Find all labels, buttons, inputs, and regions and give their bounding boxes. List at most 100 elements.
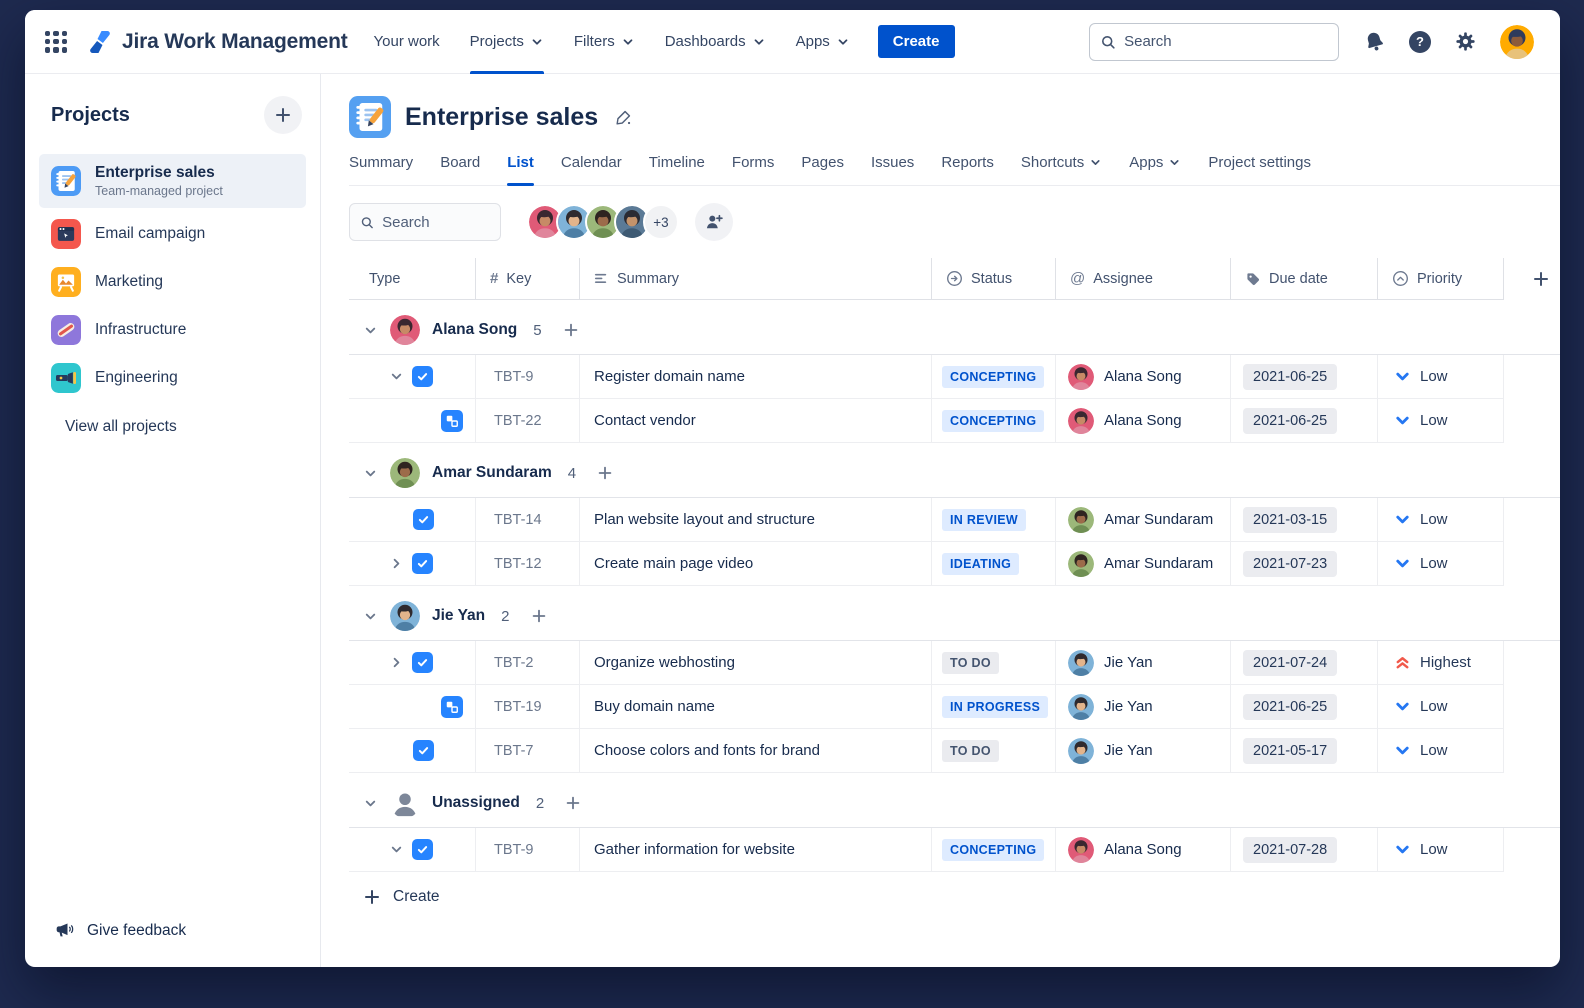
sidebar-item-infrastructure[interactable]: Infrastructure	[39, 308, 306, 352]
priority-cell[interactable]: Low	[1378, 399, 1504, 442]
add-column-button[interactable]	[1529, 267, 1553, 291]
give-feedback-button[interactable]: Give feedback	[55, 921, 186, 941]
column-header-due-date[interactable]: Due date	[1231, 258, 1378, 299]
add-person-button[interactable]	[695, 203, 733, 241]
tab-forms[interactable]: Forms	[732, 154, 775, 185]
list-search[interactable]	[349, 203, 501, 241]
add-issue-to-group-button[interactable]	[564, 324, 577, 337]
priority-cell[interactable]: Low	[1378, 685, 1504, 728]
status-badge[interactable]: IN REVIEW	[942, 509, 1026, 531]
table-row[interactable]: TBT-14 Plan website layout and structure…	[349, 498, 1504, 542]
tab-pages[interactable]: Pages	[801, 154, 844, 185]
assignee-cell[interactable]: Alana Song	[1056, 355, 1231, 398]
status-badge[interactable]: IN PROGRESS	[942, 696, 1048, 718]
status-badge[interactable]: CONCEPTING	[942, 839, 1044, 861]
assignee-cell[interactable]: Alana Song	[1056, 399, 1231, 442]
checkbox-checked[interactable]	[413, 740, 434, 761]
checkbox-checked[interactable]	[412, 366, 433, 387]
column-header-key[interactable]: # Key	[476, 258, 580, 299]
assignee-cell[interactable]: Jie Yan	[1056, 729, 1231, 772]
status-badge[interactable]: TO DO	[942, 740, 999, 762]
issue-summary[interactable]: Contact vendor	[580, 399, 932, 442]
tab-calendar[interactable]: Calendar	[561, 154, 622, 185]
group-header[interactable]: Jie Yan 2	[349, 592, 1560, 640]
nav-dashboards[interactable]: Dashboards	[665, 10, 766, 74]
due-date-chip[interactable]: 2021-07-28	[1243, 837, 1337, 863]
due-date-chip[interactable]: 2021-06-25	[1243, 694, 1337, 720]
due-date-chip[interactable]: 2021-03-15	[1243, 507, 1337, 533]
nav-your-work[interactable]: Your work	[374, 10, 440, 74]
priority-cell[interactable]: Low	[1378, 498, 1504, 541]
sidebar-item-email-campaign[interactable]: Email campaign	[39, 212, 306, 256]
table-row[interactable]: TBT-7 Choose colors and fonts for brand …	[349, 729, 1504, 773]
tab-apps[interactable]: Apps	[1129, 154, 1181, 185]
add-issue-to-group-button[interactable]	[567, 797, 580, 810]
priority-cell[interactable]: Low	[1378, 828, 1504, 871]
due-date-chip[interactable]: 2021-07-24	[1243, 650, 1337, 676]
group-header[interactable]: Alana Song 5	[349, 306, 1560, 354]
table-row[interactable]: TBT-12 Create main page video IDEATING A…	[349, 542, 1504, 586]
global-search[interactable]	[1089, 23, 1339, 61]
account-avatar[interactable]	[1500, 25, 1534, 59]
tab-shortcuts[interactable]: Shortcuts	[1021, 154, 1102, 185]
table-row[interactable]: TBT-19 Buy domain name IN PROGRESS Jie Y…	[349, 685, 1504, 729]
tab-project-settings[interactable]: Project settings	[1208, 154, 1311, 185]
priority-cell[interactable]: Low	[1378, 729, 1504, 772]
nav-apps[interactable]: Apps	[796, 10, 850, 74]
assignee-cell[interactable]: Amar Sundaram	[1056, 542, 1231, 585]
add-issue-to-group-button[interactable]	[599, 467, 612, 480]
checkbox-checked[interactable]	[412, 839, 433, 860]
list-search-input[interactable]	[382, 214, 490, 231]
status-badge[interactable]: TO DO	[942, 652, 999, 674]
chevron-right-icon[interactable]	[389, 655, 404, 670]
create-button[interactable]: Create	[878, 25, 955, 58]
priority-cell[interactable]: Low	[1378, 542, 1504, 585]
edit-pen-icon[interactable]	[614, 108, 633, 127]
sidebar-item-marketing[interactable]: Marketing	[39, 260, 306, 304]
issue-summary[interactable]: Create main page video	[580, 542, 932, 585]
tab-issues[interactable]: Issues	[871, 154, 914, 185]
column-header-status[interactable]: Status	[932, 258, 1056, 299]
due-date-chip[interactable]: 2021-06-25	[1243, 364, 1337, 390]
issue-summary[interactable]: Buy domain name	[580, 685, 932, 728]
issue-summary[interactable]: Register domain name	[580, 355, 932, 398]
sidebar-item-engineering[interactable]: Engineering	[39, 356, 306, 400]
column-header-summary[interactable]: Summary	[580, 258, 932, 299]
issue-summary[interactable]: Plan website layout and structure	[580, 498, 932, 541]
global-search-input[interactable]	[1124, 33, 1328, 50]
tab-reports[interactable]: Reports	[941, 154, 994, 185]
tab-list[interactable]: List	[507, 154, 534, 185]
tab-summary[interactable]: Summary	[349, 154, 413, 185]
group-header[interactable]: Unassigned 2	[349, 779, 1560, 827]
group-header[interactable]: Amar Sundaram 4	[349, 449, 1560, 497]
chevron-down-icon[interactable]	[389, 842, 404, 857]
add-issue-to-group-button[interactable]	[532, 610, 545, 623]
table-row[interactable]: TBT-2 Organize webhosting TO DO Jie Yan …	[349, 641, 1504, 685]
status-badge[interactable]: CONCEPTING	[942, 366, 1044, 388]
tab-board[interactable]: Board	[440, 154, 480, 185]
table-row[interactable]: TBT-9 Register domain name CONCEPTING Al…	[349, 355, 1504, 399]
due-date-chip[interactable]: 2021-07-23	[1243, 551, 1337, 577]
chevron-right-icon[interactable]	[389, 556, 404, 571]
assignee-cell[interactable]: Jie Yan	[1056, 641, 1231, 684]
issue-summary[interactable]: Choose colors and fonts for brand	[580, 729, 932, 772]
issue-summary[interactable]: Organize webhosting	[580, 641, 932, 684]
status-badge[interactable]: IDEATING	[942, 553, 1019, 575]
nav-filters[interactable]: Filters	[574, 10, 635, 74]
assignee-cell[interactable]: Alana Song	[1056, 828, 1231, 871]
checkbox-checked[interactable]	[412, 553, 433, 574]
checkbox-checked[interactable]	[413, 509, 434, 530]
jira-logo[interactable]: Jira Work Management	[87, 29, 348, 55]
create-issue-button[interactable]: Create	[365, 888, 1560, 906]
notifications-bell-icon[interactable]	[1363, 30, 1386, 53]
table-row[interactable]: TBT-22 Contact vendor CONCEPTING Alana S…	[349, 399, 1504, 443]
column-header-assignee[interactable]: @ Assignee	[1056, 258, 1231, 299]
sidebar-item-enterprise-sales[interactable]: Enterprise sales Team-managed project	[39, 154, 306, 208]
assignee-cell[interactable]: Jie Yan	[1056, 685, 1231, 728]
priority-cell[interactable]: Low	[1378, 355, 1504, 398]
help-icon[interactable]	[1409, 31, 1431, 53]
column-header-priority[interactable]: Priority	[1378, 258, 1504, 299]
status-badge[interactable]: CONCEPTING	[942, 410, 1044, 432]
tab-timeline[interactable]: Timeline	[649, 154, 705, 185]
avatar-overflow-count[interactable]: +3	[643, 204, 679, 240]
